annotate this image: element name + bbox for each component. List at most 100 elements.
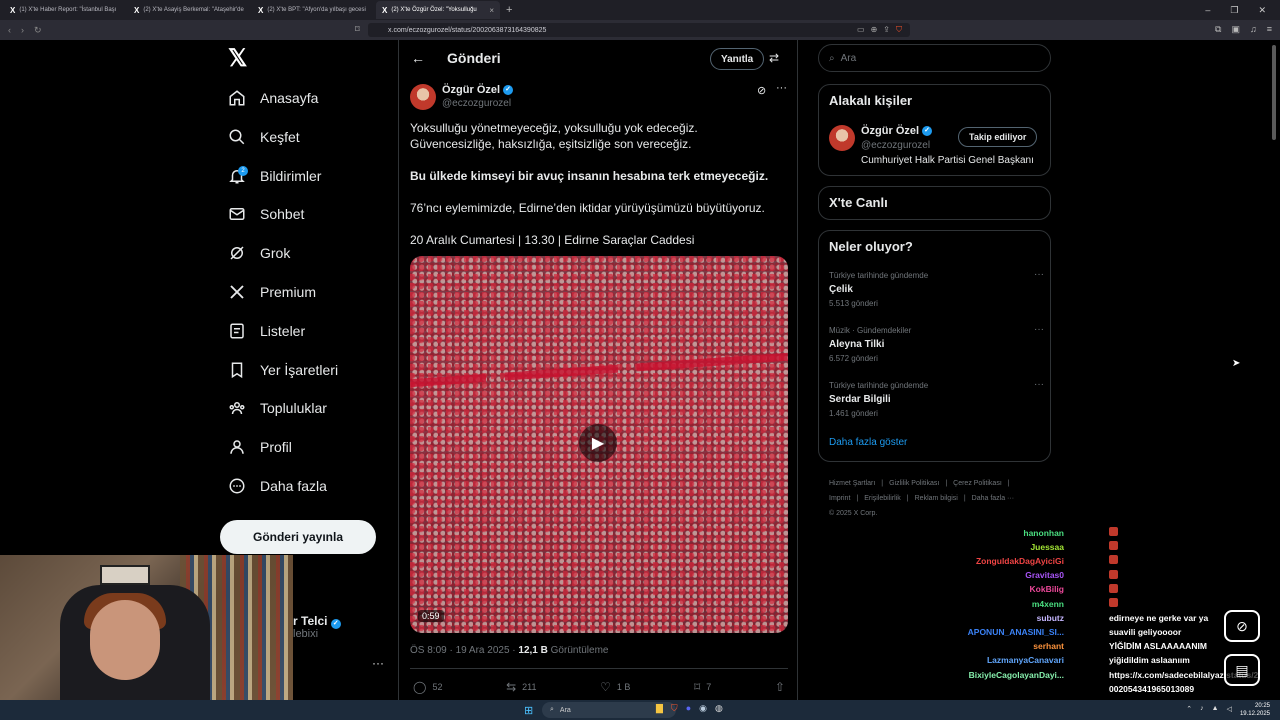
chat-username[interactable]: Gravitas0: [1025, 570, 1064, 580]
play-icon[interactable]: ▶: [579, 424, 617, 462]
chat-username[interactable]: Juessaa: [1030, 542, 1064, 552]
nav-item-keşfet[interactable]: Keşfet: [228, 123, 300, 151]
reply-action[interactable]: ◯ 52: [413, 680, 442, 694]
repost-action[interactable]: ⇆ 211: [506, 680, 536, 694]
post-button[interactable]: Gönderi yayınla: [220, 520, 376, 554]
account-name[interactable]: r Telci ✓: [293, 614, 341, 629]
footer-link[interactable]: Çerez Politikası: [953, 480, 1002, 487]
clock[interactable]: 20:25 19.12.2025: [1240, 702, 1270, 718]
back-icon[interactable]: ‹: [8, 25, 11, 36]
chat-username[interactable]: APONUN_ANASINI_SI...: [968, 627, 1064, 637]
mic-icon[interactable]: ♪: [1200, 705, 1204, 713]
more-options-icon[interactable]: ···: [1034, 324, 1044, 335]
discord-icon[interactable]: ●: [686, 703, 691, 714]
author-handle[interactable]: @eczozgurozel: [442, 98, 511, 109]
nav-item-daha-fazla[interactable]: Daha fazla: [228, 472, 327, 500]
chevron-up-icon[interactable]: ⌃: [1186, 705, 1192, 713]
chat-username[interactable]: hanonhan: [1023, 528, 1064, 538]
chat-username[interactable]: ZonguldakDagAyiciGi: [976, 556, 1064, 566]
brave-shield-icon[interactable]: ⛉: [896, 25, 902, 35]
browser-tab[interactable]: X (2) X'te Özgür Özel: "Yoksulluğu ×: [376, 1, 500, 19]
nav-item-sohbet[interactable]: Sohbet: [228, 200, 304, 228]
maximize-button[interactable]: ❐: [1230, 5, 1238, 16]
nav-label: Yer İşaretleri: [260, 361, 339, 378]
footer-link[interactable]: Hizmet Şartları: [829, 480, 875, 487]
nav-item-grok[interactable]: Grok: [228, 239, 290, 267]
volume-icon[interactable]: ◁: [1227, 705, 1232, 713]
footer-link[interactable]: Daha fazla ···: [972, 495, 1014, 502]
minimize-button[interactable]: –: [1205, 5, 1210, 16]
chat-username[interactable]: KokBilig: [1030, 584, 1064, 594]
related-avatar[interactable]: [829, 125, 855, 151]
live-card[interactable]: X'te Canlı: [818, 186, 1051, 220]
browser-tab[interactable]: X (2) X'te Asayiş Berkemal: "Ataşehir'de: [128, 1, 252, 19]
wallet-icon[interactable]: ▣: [1231, 24, 1240, 35]
grok-overlay-icon[interactable]: ⊘: [1224, 610, 1260, 642]
chat-username[interactable]: m4xenn: [1032, 599, 1064, 609]
trend-item[interactable]: Türkiye tarihinde gündemde Serdar Bilgili…: [829, 379, 1044, 418]
share-icon[interactable]: ⇪: [883, 25, 890, 35]
chat-username[interactable]: BixiyleCagolayanDayi...: [969, 670, 1064, 680]
reply-button[interactable]: Yanıtla: [710, 48, 765, 70]
footer-link[interactable]: Reklam bilgisi: [915, 495, 958, 502]
like-action[interactable]: ♡ 1 B: [600, 680, 630, 694]
new-tab-button[interactable]: +: [506, 4, 512, 16]
footer-link[interactable]: Erişilebilirlik: [864, 495, 901, 502]
nav-item-topluluklar[interactable]: Topluluklar: [228, 394, 327, 422]
close-tab-icon[interactable]: ×: [489, 6, 494, 15]
chat-username[interactable]: serhant: [1033, 641, 1064, 651]
forward-icon[interactable]: ›: [21, 25, 24, 36]
search-input[interactable]: ⌕ Ara: [818, 44, 1051, 72]
bookmark-page-icon[interactable]: ⌑: [355, 24, 360, 35]
nav-item-bildirimler[interactable]: 2 Bildirimler: [228, 162, 321, 190]
more-options-icon[interactable]: ···: [1034, 269, 1044, 280]
browser-tab[interactable]: X (1) X'te Haber Report: "İstanbul Başı: [4, 1, 128, 19]
following-button[interactable]: Takip ediliyor: [958, 127, 1038, 147]
related-name[interactable]: Özgür Özel ✓: [861, 125, 933, 137]
share-action[interactable]: ⇧: [775, 680, 785, 694]
brave-icon[interactable]: ⛉: [671, 703, 678, 714]
x-logo-icon[interactable]: 𝕏: [228, 47, 250, 71]
trend-item[interactable]: Müzik · Gündemdekiler Aleyna Tilki 6.572 g…: [829, 324, 1044, 363]
back-arrow-icon[interactable]: ←: [411, 50, 425, 66]
extensions-icon[interactable]: ⧉: [1215, 24, 1221, 35]
trend-item[interactable]: Türkiye tarihinde gündemde Çelik 5.513 gön…: [829, 269, 1044, 308]
browser-tab[interactable]: X (2) X'te BPT: "Afyon'da yılbaşı gecesi: [252, 1, 376, 19]
screen-icon[interactable]: ▭: [857, 25, 865, 35]
verified-icon: ✓: [503, 85, 514, 95]
url-field[interactable]: x.com/eczozgurozel/status/20020638731643…: [368, 23, 910, 37]
chat-overlay-icon[interactable]: ▤: [1224, 654, 1260, 686]
bookmark-action[interactable]: ⌑ 7: [694, 680, 711, 694]
nav-item-listeler[interactable]: Listeler: [228, 317, 305, 345]
filter-icon[interactable]: ⇄: [769, 51, 779, 65]
chat-username[interactable]: LazmanyaCanavari: [987, 655, 1064, 665]
footer-link[interactable]: © 2025 X Corp.: [829, 510, 877, 517]
footer-link[interactable]: Imprint: [829, 495, 850, 502]
post-video[interactable]: ▶ 0:59: [410, 256, 788, 633]
media-icon[interactable]: ♫: [1250, 24, 1257, 35]
account-more-icon[interactable]: ···: [372, 656, 384, 670]
menu-icon[interactable]: ≡: [1267, 24, 1272, 35]
author-avatar[interactable]: [410, 84, 436, 110]
network-icon[interactable]: ▲: [1212, 705, 1219, 713]
footer-link[interactable]: Gizlilik Politikası: [889, 480, 939, 487]
author-name[interactable]: Özgür Özel ✓: [442, 84, 514, 96]
nav-item-profil[interactable]: Profil: [228, 433, 292, 461]
windows-start-icon[interactable]: ⊞: [524, 704, 533, 717]
grok-explain-icon[interactable]: ⊘: [757, 84, 766, 97]
post-timestamp[interactable]: ÖS 8:09 · 19 Ara 2025 ·: [410, 645, 518, 656]
close-window-button[interactable]: ✕: [1258, 5, 1266, 16]
steam-icon[interactable]: ◉: [699, 703, 707, 714]
zoom-icon[interactable]: ⊕: [871, 25, 878, 35]
nav-item-yer-i-şaretleri[interactable]: Yer İşaretleri: [228, 356, 338, 384]
nav-item-premium[interactable]: Premium: [228, 278, 316, 306]
app-icon[interactable]: ◍: [715, 703, 723, 714]
reload-icon[interactable]: ↻: [34, 25, 42, 36]
nav-item-anasayfa[interactable]: Anasayfa: [228, 84, 318, 112]
file-explorer-icon[interactable]: ▇: [656, 703, 663, 714]
scrollbar[interactable]: [1272, 45, 1276, 140]
chat-username[interactable]: subutz: [1037, 613, 1064, 623]
show-more-link[interactable]: Daha fazla göster: [829, 437, 907, 448]
more-options-icon[interactable]: ···: [1034, 379, 1044, 390]
more-options-icon[interactable]: ···: [776, 82, 787, 94]
